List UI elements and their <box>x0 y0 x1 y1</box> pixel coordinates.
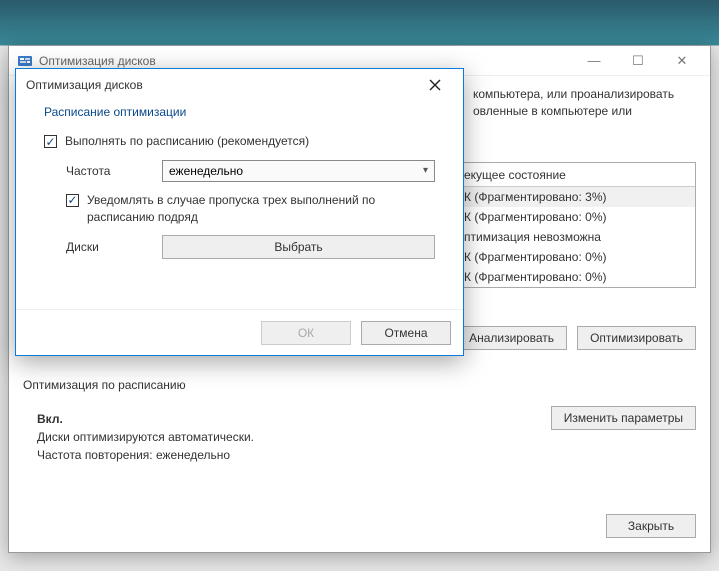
disks-row: Диски Выбрать <box>66 235 435 259</box>
change-params-button[interactable]: Изменить параметры <box>551 406 696 430</box>
window-controls: — ☐ ✕ <box>574 49 702 73</box>
analyze-button[interactable]: Анализировать <box>456 326 567 350</box>
optimize-button[interactable]: Оптимизировать <box>577 326 696 350</box>
cell-state: К (Фрагментировано: 0%) <box>456 210 615 224</box>
cell-state: К (Фрагментировано: 0%) <box>456 270 615 284</box>
close-icon <box>429 79 441 91</box>
defrag-icon <box>17 53 33 69</box>
dialog-footer: ОК Отмена <box>16 309 463 355</box>
schedule-checkbox-label: Выполнять по расписанию (рекомендуется) <box>65 133 309 150</box>
chevron-down-icon: ▾ <box>423 165 428 176</box>
action-buttons: Анализировать Оптимизировать <box>456 326 696 350</box>
desc-frag-2: овленные в компьютере или <box>473 104 632 118</box>
schedule-section: Оптимизация по расписанию Вкл. Диски опт… <box>23 378 696 466</box>
dialog-body: Расписание оптимизации ✓ Выполнять по ра… <box>16 105 463 259</box>
maximize-button[interactable]: ☐ <box>618 49 658 73</box>
schedule-auto-text: Диски оптимизируются автоматически. <box>37 430 696 444</box>
dialog-close-button[interactable] <box>417 70 453 100</box>
cell-state: птимизация невозможна <box>456 230 609 244</box>
notify-checkbox[interactable]: ✓ <box>66 194 79 207</box>
cell-state: К (Фрагментировано: 0%) <box>456 250 615 264</box>
disks-label: Диски <box>66 240 162 254</box>
col-current-state[interactable]: екущее состояние <box>456 168 574 182</box>
frequency-select[interactable]: еженедельно ▾ <box>162 160 435 182</box>
frequency-label: Частота <box>66 164 162 178</box>
schedule-checkbox[interactable]: ✓ <box>44 135 57 148</box>
dialog-heading: Расписание оптимизации <box>44 105 435 119</box>
desc-frag-1: компьютера, или проанализировать <box>473 87 674 101</box>
dialog-title: Оптимизация дисков <box>26 78 417 92</box>
schedule-checkbox-row: ✓ Выполнять по расписанию (рекомендуется… <box>44 133 435 150</box>
schedule-dialog: Оптимизация дисков Расписание оптимизаци… <box>15 68 464 356</box>
notify-checkbox-row: ✓ Уведомлять в случае пропуска трех выпо… <box>66 192 435 226</box>
schedule-freq-text: Частота повторения: еженедельно <box>37 448 696 462</box>
cell-state: К (Фрагментировано: 3%) <box>456 190 615 204</box>
close-button[interactable]: ✕ <box>662 49 702 73</box>
footer: Закрыть <box>23 514 696 538</box>
check-icon: ✓ <box>67 194 77 206</box>
ok-button[interactable]: ОК <box>261 321 351 345</box>
schedule-heading: Оптимизация по расписанию <box>23 378 696 392</box>
cancel-button[interactable]: Отмена <box>361 321 451 345</box>
notify-checkbox-label: Уведомлять в случае пропуска трех выполн… <box>87 192 435 226</box>
frequency-row: Частота еженедельно ▾ <box>66 160 435 182</box>
choose-disks-button[interactable]: Выбрать <box>162 235 435 259</box>
frequency-value: еженедельно <box>169 164 243 178</box>
close-window-button[interactable]: Закрыть <box>606 514 696 538</box>
minimize-button[interactable]: — <box>574 49 614 73</box>
dialog-titlebar[interactable]: Оптимизация дисков <box>16 69 463 101</box>
window-title: Оптимизация дисков <box>39 54 574 68</box>
check-icon: ✓ <box>45 136 55 148</box>
description-text: компьютера, или проанализировать овленны… <box>473 86 674 120</box>
